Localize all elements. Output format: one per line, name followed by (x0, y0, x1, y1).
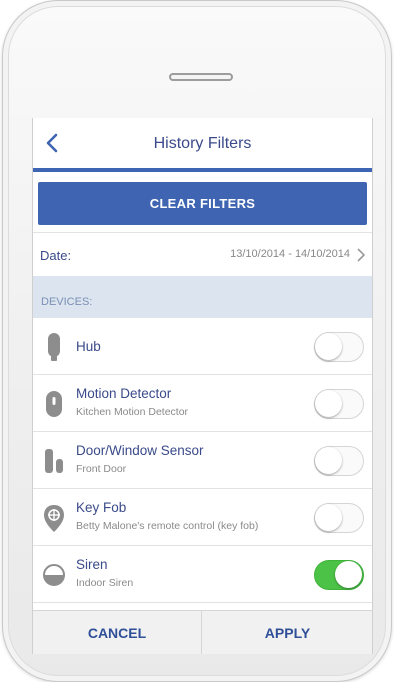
hub-toggle[interactable] (314, 332, 364, 362)
devices-section-label: DEVICES: (41, 296, 93, 308)
toggle-knob (335, 561, 362, 588)
motion-detector-icon (46, 391, 62, 417)
device-row-door-sensor: Door/Window Sensor Front Door (33, 432, 372, 489)
device-subtitle: Front Door (76, 463, 127, 475)
device-subtitle: Kitchen Motion Detector (76, 406, 189, 418)
motion-detector-toggle[interactable] (314, 389, 364, 419)
date-filter-row[interactable]: Date: 13/10/2014 - 14/10/2014 (33, 232, 372, 276)
hub-icon (48, 333, 60, 361)
device-name: Motion Detector (76, 386, 172, 401)
toggle-knob (315, 333, 342, 360)
device-row-hub: Hub (33, 318, 372, 375)
nav-bar: History Filters (33, 118, 372, 172)
door-sensor-toggle[interactable] (314, 446, 364, 476)
apply-button[interactable]: APPLY (203, 611, 372, 654)
chevron-right-icon (357, 248, 366, 262)
device-name: Key Fob (76, 500, 127, 515)
siren-icon (43, 564, 65, 586)
toggle-knob (315, 390, 342, 417)
door-sensor-icon (45, 449, 63, 473)
app-screen: History Filters CLEAR FILTERS Date: 13/1… (32, 118, 373, 654)
toggle-knob (315, 447, 342, 474)
key-fob-icon (44, 505, 64, 532)
clear-filters-button[interactable]: CLEAR FILTERS (38, 182, 367, 225)
toggle-knob (315, 504, 342, 531)
bottom-action-bar: CANCEL APPLY (33, 610, 372, 654)
date-label: Date: (40, 248, 72, 263)
siren-toggle[interactable] (314, 560, 364, 590)
device-row-siren: Siren Indoor Siren (33, 546, 372, 603)
device-row-motion-detector: Motion Detector Kitchen Motion Detector (33, 375, 372, 432)
device-name: Hub (76, 339, 101, 354)
device-row-key-fob: Key Fob Betty Malone's remote control (k… (33, 489, 372, 546)
date-range-value: 13/10/2014 - 14/10/2014 (230, 248, 350, 260)
device-subtitle: Betty Malone's remote control (key fob) (76, 520, 259, 532)
device-name: Siren (76, 557, 108, 572)
key-fob-toggle[interactable] (314, 503, 364, 533)
page-title: History Filters (153, 135, 252, 152)
speaker-grille (169, 73, 233, 81)
devices-section-header: DEVICES: (33, 276, 372, 318)
device-subtitle: Indoor Siren (76, 577, 134, 589)
cancel-button[interactable]: CANCEL (33, 611, 202, 654)
device-name: Door/Window Sensor (76, 443, 204, 458)
